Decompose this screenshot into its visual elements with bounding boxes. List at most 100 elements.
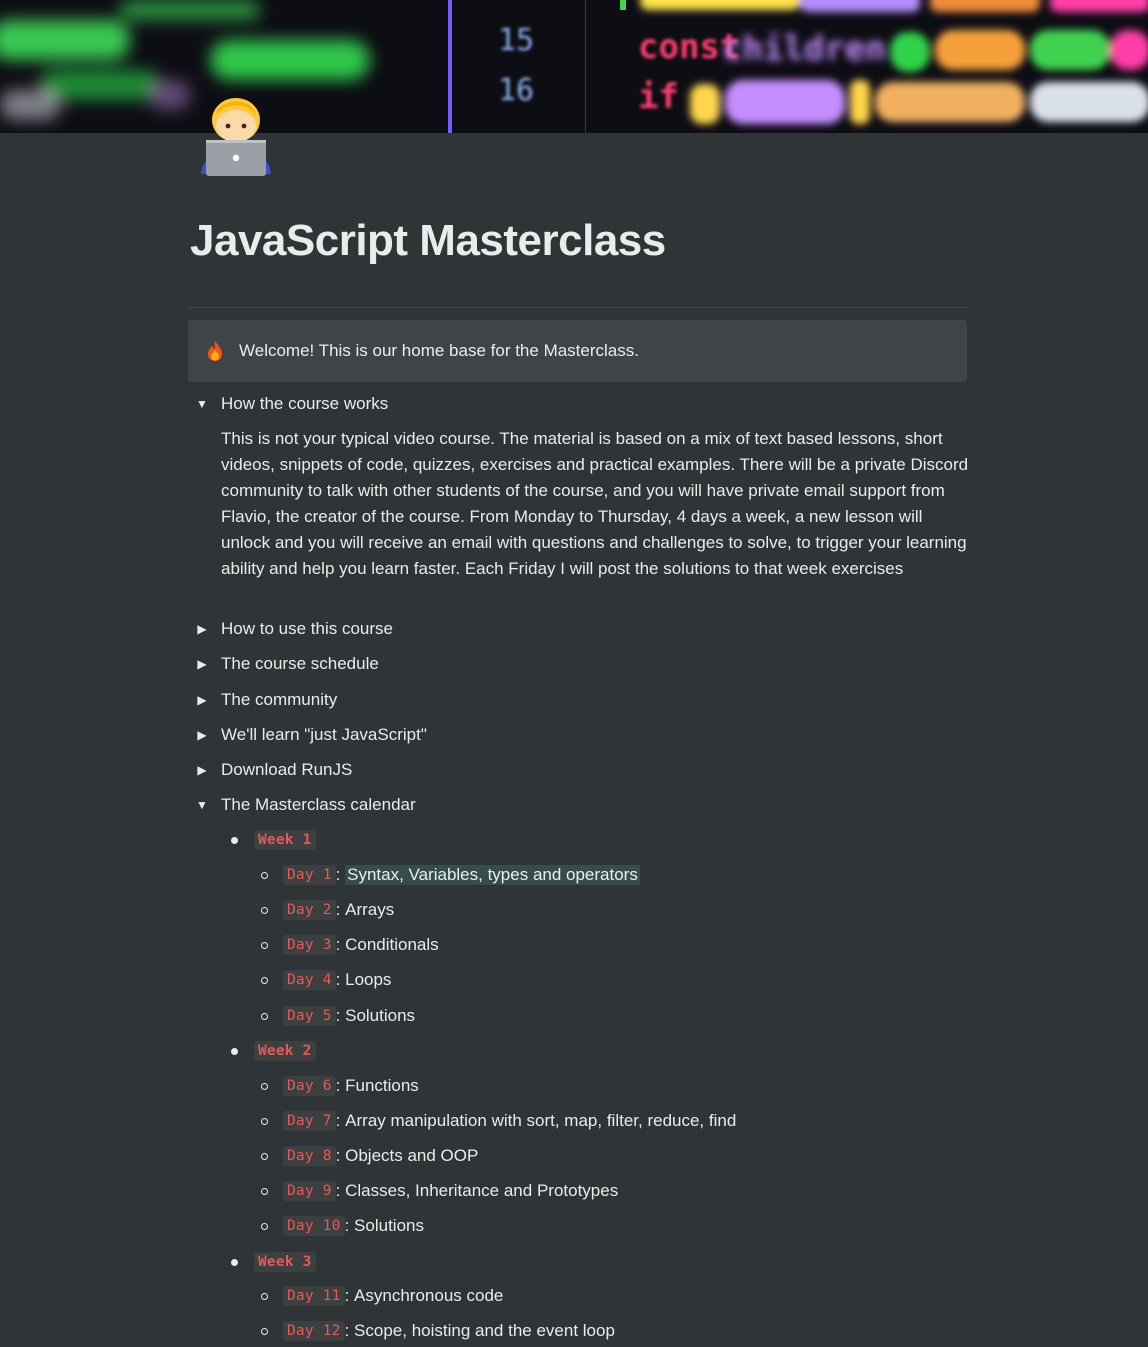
day-separator: : — [344, 1216, 355, 1235]
toggle-masterclass-calendar[interactable]: ▼ The Masterclass calendar — [194, 793, 416, 817]
page-title: JavaScript Masterclass — [190, 216, 666, 265]
day-code: Day 5 — [283, 1006, 336, 1026]
day-separator: : — [335, 865, 346, 884]
day-code: Day 6 — [283, 1076, 336, 1096]
day-item: Day 2 : Arrays — [261, 897, 394, 923]
day-code: Day 8 — [283, 1146, 336, 1166]
line-number-16: 16 — [498, 73, 534, 108]
week-item: Week 3 — [231, 1249, 316, 1275]
callout: Welcome! This is our home base for the M… — [188, 320, 967, 382]
toggle-how-course-works[interactable]: ▼ How the course works — [194, 392, 388, 416]
day-separator: : — [335, 1006, 346, 1025]
day-topic: Classes, Inheritance and Prototypes — [345, 1181, 619, 1200]
day-item: Day 8 : Objects and OOP — [261, 1143, 478, 1169]
day-item: Day 7 : Array manipulation with sort, ma… — [261, 1108, 736, 1134]
divider — [188, 307, 967, 308]
toggle-course-schedule[interactable]: ▶ The course schedule — [194, 652, 378, 676]
day-separator: : — [344, 1286, 355, 1305]
day-item: Day 9 : Classes, Inheritance and Prototy… — [261, 1178, 618, 1204]
day-topic: Asynchronous code — [354, 1286, 504, 1305]
fire-icon — [208, 341, 222, 361]
toggle-download-runjs[interactable]: ▶ Download RunJS — [194, 758, 352, 782]
day-topic: Syntax, Variables, types and operators — [345, 865, 640, 885]
day-topic: Conditionals — [345, 935, 439, 954]
week-item: Week 1 — [231, 827, 316, 853]
toggle-label: How to use this course — [221, 619, 393, 638]
day-topic: Objects and OOP — [345, 1146, 479, 1165]
day-topic: Solutions — [345, 1006, 416, 1025]
day-separator: : — [335, 900, 346, 919]
technologist-emoji-icon[interactable] — [196, 92, 276, 178]
day-topic: Solutions — [354, 1216, 424, 1235]
day-item: Day 4 : Loops — [261, 967, 391, 993]
line-number-15: 15 — [498, 23, 534, 58]
day-item: Day 11 : Asynchronous code — [261, 1283, 503, 1309]
bullet-circle-icon — [261, 1082, 268, 1090]
day-item: Day 3 : Conditionals — [261, 932, 439, 958]
triangle-right-icon[interactable]: ▶ — [194, 723, 210, 747]
day-code: Day 4 — [283, 970, 336, 990]
day-topic: Loops — [345, 970, 392, 989]
day-separator: : — [335, 1076, 346, 1095]
bullet-circle-icon — [261, 1117, 268, 1125]
triangle-down-icon[interactable]: ▼ — [194, 392, 210, 416]
bullet-disc-icon — [231, 1047, 238, 1055]
bullet-circle-icon — [261, 941, 268, 949]
day-item: Day 5 : Solutions — [261, 1003, 415, 1029]
bullet-circle-icon — [261, 906, 268, 914]
day-topic: Array manipulation with sort, map, filte… — [345, 1111, 737, 1130]
day-item: Day 1 : Syntax, Variables, types and ope… — [261, 862, 640, 888]
triangle-right-icon[interactable]: ▶ — [194, 688, 210, 712]
bullet-circle-icon — [261, 871, 268, 879]
day-item: Day 6 : Functions — [261, 1073, 419, 1099]
day-topic: Arrays — [345, 900, 395, 919]
toggle-community[interactable]: ▶ The community — [194, 688, 337, 712]
day-code: Day 9 — [283, 1181, 336, 1201]
toggle-just-javascript[interactable]: ▶ We'll learn "just JavaScript" — [194, 723, 427, 747]
toggle-label: We'll learn "just JavaScript" — [221, 725, 427, 744]
day-separator: : — [344, 1321, 355, 1340]
triangle-right-icon[interactable]: ▶ — [194, 652, 210, 676]
week-code: Week 3 — [254, 1252, 316, 1272]
bullet-circle-icon — [261, 976, 268, 984]
day-topic: Scope, hoisting and the event loop — [354, 1321, 615, 1340]
week-code: Week 2 — [254, 1041, 316, 1061]
day-code: Day 1 — [283, 865, 336, 885]
toggle-how-to-use[interactable]: ▶ How to use this course — [194, 617, 393, 641]
toggle-body-text: This is not your typical video course. T… — [221, 429, 969, 578]
week-code: Week 1 — [254, 830, 316, 850]
bullet-disc-icon — [231, 836, 238, 844]
bullet-circle-icon — [261, 1292, 268, 1300]
toggle-label: The community — [221, 690, 338, 709]
day-code: Day 3 — [283, 935, 336, 955]
bullet-disc-icon — [231, 1258, 238, 1266]
bullet-circle-icon — [261, 1012, 268, 1020]
day-separator: : — [335, 1181, 346, 1200]
day-code: Day 2 — [283, 900, 336, 920]
day-code: Day 11 — [283, 1286, 345, 1306]
day-code: Day 10 — [283, 1216, 345, 1236]
toggle-label: The Masterclass calendar — [221, 795, 416, 814]
triangle-right-icon[interactable]: ▶ — [194, 617, 210, 641]
cover-if-keyword: if — [638, 77, 679, 117]
code-editor-cover-graphic: 15 16 const if children — [0, 0, 1148, 133]
day-separator: : — [335, 970, 346, 989]
day-code: Day 12 — [283, 1321, 345, 1341]
triangle-down-icon[interactable]: ▼ — [194, 793, 210, 817]
callout-text: Welcome! This is our home base for the M… — [239, 341, 639, 360]
day-separator: : — [335, 935, 346, 954]
day-separator: : — [335, 1111, 346, 1130]
day-separator: : — [335, 1146, 346, 1165]
cover-image: 15 16 const if children — [0, 0, 1148, 133]
toggle-label: How the course works — [221, 394, 389, 413]
week-item: Week 2 — [231, 1038, 316, 1064]
day-item: Day 12 : Scope, hoisting and the event l… — [261, 1318, 615, 1344]
day-item: Day 10 : Solutions — [261, 1213, 424, 1239]
triangle-right-icon[interactable]: ▶ — [194, 758, 210, 782]
bullet-circle-icon — [261, 1222, 268, 1230]
day-topic: Functions — [345, 1076, 419, 1095]
toggle-label: Download RunJS — [221, 760, 353, 779]
cover-children-word: children — [722, 29, 886, 69]
bullet-circle-icon — [261, 1152, 268, 1160]
bullet-circle-icon — [261, 1327, 268, 1335]
